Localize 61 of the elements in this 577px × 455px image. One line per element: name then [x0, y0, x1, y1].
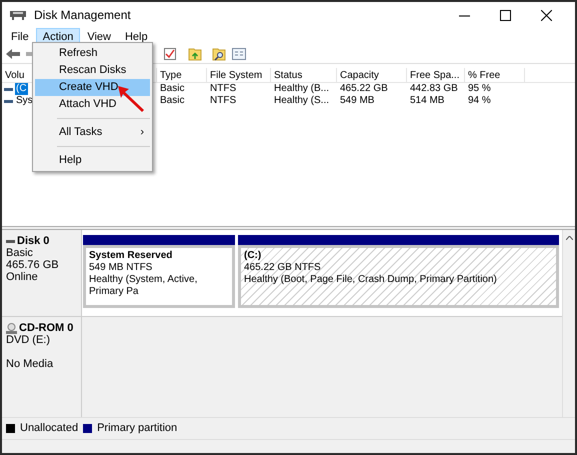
table-cell[interactable]: Sys — [15, 95, 34, 107]
submenu-item[interactable]: All Tasks › — [35, 124, 150, 141]
partition-size: 549 MB NTFS — [89, 262, 154, 274]
scrollbar[interactable] — [562, 230, 575, 417]
legend-label: Primary partition — [97, 421, 178, 436]
column-header[interactable]: % Free — [465, 68, 525, 82]
column-header[interactable]: File System — [207, 68, 271, 82]
disk-info: DVD (E:) — [6, 334, 51, 346]
disk-name: Disk 0 — [17, 235, 50, 247]
table-cell-text: Healthy (B... — [273, 83, 330, 95]
partition-box[interactable]: (C:) 465.22 GB NTFS Healthy (Boot, Page File, Crash Dump, Primary Partition) — [238, 245, 559, 308]
submenu-arrow: › — [140, 125, 144, 140]
partition-status: Healthy (System, Active, Primary Pa — [89, 274, 198, 298]
column-header[interactable]: Capacity — [337, 68, 407, 82]
menu-item[interactable]: Rescan Disks — [35, 62, 150, 79]
close-icon[interactable] — [541, 10, 552, 20]
table-cell[interactable]: (C — [15, 83, 28, 95]
table-cell-text: NTFS — [209, 95, 238, 107]
checklist-icon[interactable] — [164, 48, 176, 60]
scroll-up-icon[interactable] — [566, 236, 572, 240]
table-cell-text: Basic — [159, 83, 186, 95]
table-cell-text: Basic — [159, 95, 186, 107]
menu-item[interactable]: Attach VHD — [35, 96, 150, 113]
menu-item-label: All Tasks — [59, 125, 102, 140]
menu-item[interactable]: File — [4, 28, 36, 44]
folder-up-arrow-icon[interactable] — [188, 46, 202, 60]
cd-drive-icon — [6, 322, 17, 334]
window-title: Disk Management — [34, 7, 131, 24]
menu-item[interactable]: Create VHD — [35, 79, 150, 96]
disk-name: CD-ROM 0 — [19, 322, 74, 334]
table-cell-text: 465.22 GB — [339, 83, 389, 95]
menu-item[interactable]: Help — [35, 152, 150, 169]
disk-info: Basic — [6, 247, 34, 259]
menu-item[interactable]: View — [80, 28, 118, 44]
disk-info: Online — [6, 271, 39, 283]
partition-box[interactable]: System Reserved 549 MB NTFS Healthy (System, Active, Primary Pa — [83, 245, 235, 308]
back-arrow-icon[interactable] — [6, 48, 20, 58]
partition-size: 465.22 GB NTFS — [244, 262, 322, 274]
folder-magnifier-icon[interactable] — [212, 46, 226, 60]
table-cell-text: 442.83 GB — [409, 83, 459, 95]
partition-name: System Reserved — [89, 250, 174, 262]
legend-label: Unallocated — [20, 421, 78, 436]
menu-item[interactable]: Refresh — [35, 45, 150, 62]
table-cell-text: 94 % — [467, 95, 492, 107]
media-status: No Media — [6, 358, 54, 370]
pointer-arrow — [118, 86, 144, 112]
table-cell-text: 514 MB — [409, 95, 446, 107]
disk-management-icon — [10, 9, 26, 21]
table-cell-text: 95 % — [467, 83, 492, 95]
column-header[interactable]: Status — [271, 68, 337, 82]
column-header[interactable]: Type — [157, 68, 207, 82]
table-cell-text: NTFS — [209, 83, 238, 95]
partition-name: (C:) — [244, 250, 262, 262]
properties-window-icon[interactable] — [232, 48, 246, 60]
partition-status: Healthy (Boot, Page File, Crash Dump, Primary Partition) — [244, 274, 498, 286]
maximize-icon[interactable] — [500, 10, 511, 20]
table-cell-text: 549 MB — [339, 95, 376, 107]
menu-item[interactable]: Help — [118, 28, 155, 44]
table-cell-text: Healthy (S... — [273, 95, 330, 107]
disk-info: 465.76 GB — [6, 259, 60, 271]
column-header[interactable]: Free Spa... — [407, 68, 465, 82]
